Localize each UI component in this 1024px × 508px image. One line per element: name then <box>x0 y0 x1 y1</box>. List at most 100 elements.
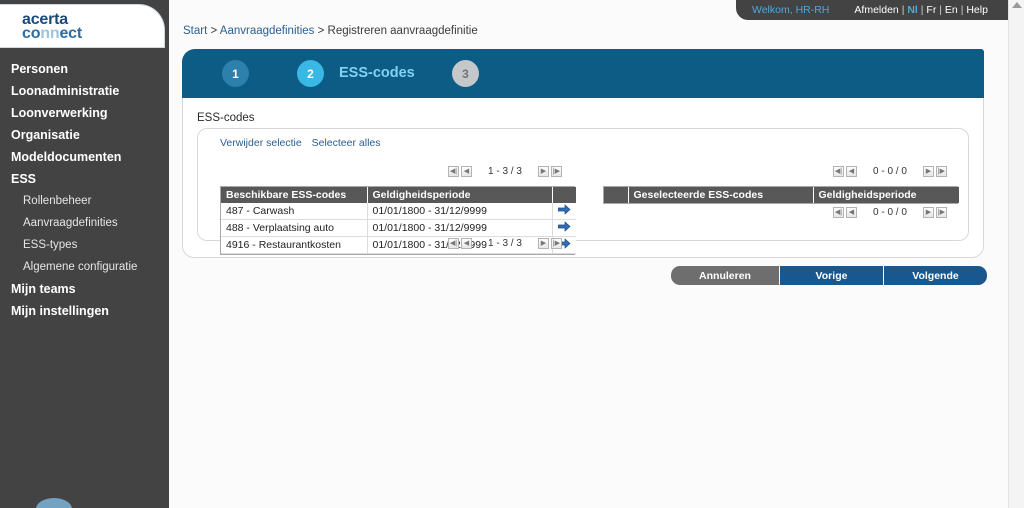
sidebar-item-loonadministratie[interactable]: Loonadministratie <box>0 80 169 102</box>
breadcrumb: Start > Aanvraagdefinities > Registreren… <box>183 25 478 37</box>
last-page-icon: |▶ <box>552 240 560 247</box>
first-page-icon: ◀| <box>449 240 458 247</box>
sidebar-item-loonverwerking[interactable]: Loonverwerking <box>0 102 169 124</box>
scroll-up-icon[interactable] <box>1012 2 1022 8</box>
sidebar: acerta connect Personen Loonadministrati… <box>0 0 169 508</box>
wizard-step-2-active[interactable]: 2 <box>297 60 324 87</box>
sidebar-item-aanvraagdefinities[interactable]: Aanvraagdefinities <box>0 212 169 234</box>
available-first-page-button-top[interactable]: ◀| <box>448 166 459 177</box>
available-first-page-button-bottom[interactable]: ◀| <box>448 238 459 249</box>
sidebar-item-personen[interactable]: Personen <box>0 58 169 80</box>
top-links: Afmelden | Nl | Fr | En | Help <box>854 4 988 16</box>
help-link[interactable]: Help <box>966 4 988 16</box>
lang-en-link[interactable]: En <box>945 4 958 16</box>
table-row[interactable]: 487 - Carwash 01/01/1800 - 31/12/9999 <box>221 203 576 220</box>
page-scrollbar[interactable] <box>1008 0 1024 508</box>
selected-first-page-button-bottom[interactable]: ◀| <box>833 207 844 218</box>
sidebar-item-mijn-instellingen[interactable]: Mijn instellingen <box>0 300 169 322</box>
lang-fr-link[interactable]: Fr <box>926 4 936 16</box>
first-page-icon: ◀| <box>834 209 843 216</box>
selected-first-page-button-top[interactable]: ◀| <box>833 166 844 177</box>
move-right-cell[interactable] <box>552 203 576 220</box>
select-all-link[interactable]: Selecteer alles <box>312 137 381 149</box>
logo[interactable]: acerta connect <box>0 4 165 48</box>
sidebar-item-organisatie[interactable]: Organisatie <box>0 124 169 146</box>
previous-button[interactable]: Vorige <box>780 266 883 285</box>
available-prev-page-button-bottom[interactable]: ◀ <box>461 238 472 249</box>
arrow-right-icon[interactable] <box>557 204 571 218</box>
cancel-button[interactable]: Annuleren <box>671 266 779 285</box>
top-bar: Welkom, HR-RH Afmelden | Nl | Fr | En | … <box>736 0 1008 20</box>
logo-part-a: co <box>22 25 41 42</box>
logout-link[interactable]: Afmelden <box>854 4 898 16</box>
sidebar-item-ess[interactable]: ESS <box>0 168 169 190</box>
selected-pager-top: ◀| ◀ 0 - 0 / 0 ▶ |▶ <box>833 166 947 177</box>
selected-next-page-button-bottom[interactable]: ▶ <box>922 207 934 218</box>
available-header-period: Geldigheidsperiode <box>367 187 553 203</box>
first-page-icon: ◀| <box>834 168 843 175</box>
separator-2: | <box>920 4 924 16</box>
selected-prev-page-button-bottom[interactable]: ◀ <box>846 207 857 218</box>
logo-part-c: ect <box>59 25 82 42</box>
available-pager-text-top: 1 - 3 / 3 <box>488 166 522 177</box>
logo-text: acerta connect <box>22 12 82 42</box>
available-next-page-button-bottom[interactable]: ▶ <box>537 238 549 249</box>
breadcrumb-current: Registreren aanvraagdefinitie <box>327 25 478 37</box>
prev-page-icon: ◀ <box>848 209 855 216</box>
selected-prev-page-button-top[interactable]: ◀ <box>846 166 857 177</box>
wizard-step-1[interactable]: 1 <box>222 60 249 87</box>
wizard-buttons: Annuleren Vorige Volgende <box>671 266 987 285</box>
available-last-page-button-bottom[interactable]: |▶ <box>550 238 562 249</box>
breadcrumb-sep-2: > <box>314 25 328 37</box>
lang-nl-link[interactable]: Nl <box>907 4 918 16</box>
available-row-code: 488 - Verplaatsing auto <box>221 219 368 237</box>
table-header-row: Beschikbare ESS-codes Geldigheidsperiode <box>221 187 577 203</box>
sidebar-item-modeldocumenten[interactable]: Modeldocumenten <box>0 146 169 168</box>
section-title: ESS-codes <box>197 112 255 124</box>
picker-action-links: Verwijder selectie Selecteer alles <box>220 137 388 149</box>
sidebar-item-algemene-configuratie[interactable]: Algemene configuratie <box>0 256 169 278</box>
available-row-period: 01/01/1800 - 31/12/9999 <box>367 219 553 237</box>
available-row-code: 4916 - Restaurantkosten <box>221 236 368 254</box>
next-button[interactable]: Volgende <box>884 266 987 285</box>
app-root: acerta connect Personen Loonadministrati… <box>0 0 1024 508</box>
breadcrumb-start[interactable]: Start <box>183 25 207 37</box>
clear-selection-link[interactable]: Verwijder selectie <box>220 137 302 149</box>
selected-header-period: Geldigheidsperiode <box>813 187 960 203</box>
welcome-text: Welkom, HR-RH <box>752 4 830 16</box>
available-next-page-button-top[interactable]: ▶ <box>537 166 549 177</box>
available-last-page-button-top[interactable]: |▶ <box>550 166 562 177</box>
sidebar-item-mijn-teams[interactable]: Mijn teams <box>0 278 169 300</box>
selected-last-page-button-top[interactable]: |▶ <box>935 166 947 177</box>
sidebar-item-rollenbeheer[interactable]: Rollenbeheer <box>0 190 169 212</box>
next-page-icon: ▶ <box>925 209 932 216</box>
available-row-period: 01/01/1800 - 31/12/9999 <box>367 203 553 220</box>
available-header-code: Beschikbare ESS-codes <box>221 187 368 203</box>
breadcrumb-sep-1: > <box>207 25 220 37</box>
sidebar-nav: Personen Loonadministratie Loonverwerkin… <box>0 58 169 322</box>
selected-header-action <box>604 187 629 203</box>
last-page-icon: |▶ <box>937 209 945 216</box>
available-prev-page-button-top[interactable]: ◀ <box>461 166 472 177</box>
selected-pager-text-top: 0 - 0 / 0 <box>873 166 907 177</box>
arrow-right-icon[interactable] <box>557 221 571 235</box>
available-pager-top: ◀| ◀ 1 - 3 / 3 ▶ |▶ <box>448 166 562 177</box>
main-panel: ESS-codes Verwijder selectie Selecteer a… <box>182 98 984 258</box>
separator-1: | <box>901 4 905 16</box>
prev-page-icon: ◀ <box>463 240 470 247</box>
table-row[interactable]: 488 - Verplaatsing auto 01/01/1800 - 31/… <box>221 219 576 237</box>
move-right-cell[interactable] <box>552 219 576 237</box>
separator-3: | <box>939 4 942 16</box>
logo-part-b: nn <box>40 25 60 42</box>
wizard-step-3[interactable]: 3 <box>452 60 479 87</box>
available-pager-text-bottom: 1 - 3 / 3 <box>488 238 522 249</box>
logo-line-2: connect <box>22 25 82 42</box>
selected-next-page-button-top[interactable]: ▶ <box>922 166 934 177</box>
breadcrumb-aanvraagdefinities[interactable]: Aanvraagdefinities <box>220 25 315 37</box>
available-header-action <box>552 187 577 203</box>
last-page-icon: |▶ <box>552 168 560 175</box>
sidebar-item-ess-types[interactable]: ESS-types <box>0 234 169 256</box>
wizard-step-header: 1 2 ESS-codes 3 <box>182 49 984 98</box>
selected-last-page-button-bottom[interactable]: |▶ <box>935 207 947 218</box>
selected-ess-codes-table: Geselecteerde ESS-codes Geldigheidsperio… <box>603 186 960 204</box>
